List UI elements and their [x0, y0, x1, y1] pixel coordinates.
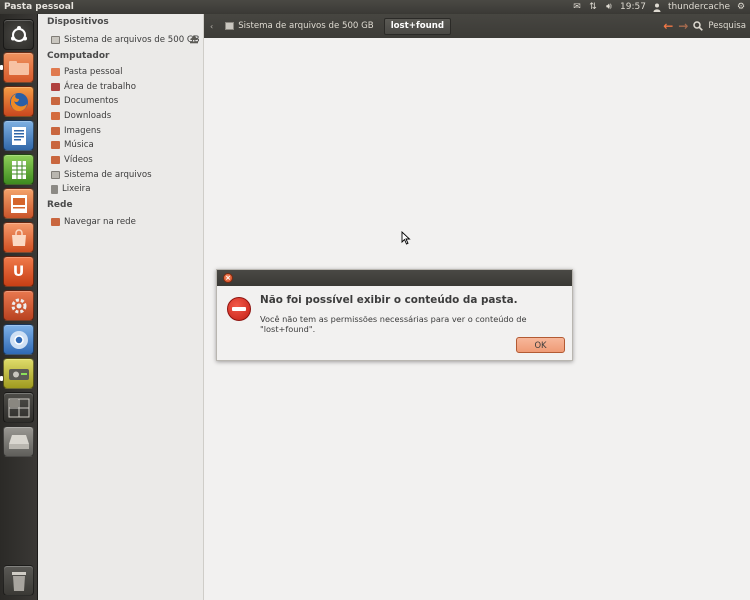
error-dialog: × Não foi possível exibir o conteúdo da … [216, 269, 573, 361]
files-launcher[interactable] [3, 52, 34, 83]
chromium-launcher[interactable] [3, 324, 34, 355]
top-panel: Pasta pessoal ✉ ⇅ 🔊︎ 19:57 thundercache … [0, 0, 750, 14]
pictures-folder-icon [51, 127, 60, 135]
sidebar-item-label: Vídeos [64, 155, 93, 165]
drive-icon [225, 22, 235, 30]
user-icon[interactable] [652, 3, 662, 12]
mouse-pointer-icon [401, 231, 411, 245]
search-label[interactable]: Pesquisa [708, 21, 746, 31]
firefox-launcher[interactable] [3, 86, 34, 117]
sidebar-item-pictures[interactable]: Imagens [51, 125, 101, 137]
system-tray: ✉ ⇅ 🔊︎ 19:57 thundercache ⚙ [572, 2, 750, 12]
sidebar-item-label: Lixeira [62, 184, 91, 194]
sidebar-item-label: Pasta pessoal [64, 67, 123, 77]
sidebar-item-label: Música [64, 140, 94, 150]
sidebar-item-label: Sistema de arquivos de 500 GB [64, 35, 200, 45]
network-folder-icon [51, 218, 60, 226]
sidebar-item-label: Documentos [64, 96, 119, 106]
breadcrumb-label: lost+found [390, 21, 444, 31]
sidebar-item-browse-network[interactable]: Navegar na rede [51, 216, 136, 228]
network-header: Rede [47, 200, 73, 210]
sidebar-item-desktop[interactable]: Área de trabalho [51, 81, 136, 93]
trash-icon [51, 184, 58, 194]
path-toolbar: ‹ Sistema de arquivos de 500 GB lost+fou… [204, 14, 750, 38]
breadcrumb-500gb-filesystem[interactable]: Sistema de arquivos de 500 GB [219, 18, 379, 35]
sidebar-item-trash[interactable]: Lixeira [51, 183, 90, 195]
forward-arrow-icon[interactable]: → [678, 19, 688, 33]
sidebar-item-downloads[interactable]: Downloads [51, 110, 111, 122]
sidebar-item-music[interactable]: Música [51, 139, 94, 151]
ubuntu-logo-icon [10, 25, 27, 42]
chromium-icon [9, 330, 28, 349]
computer-header: Computador [47, 51, 110, 61]
navigation-controls: ← → Pesquisa [663, 19, 750, 33]
back-arrow-icon[interactable]: ← [663, 19, 673, 33]
sidebar-item-filesystem[interactable]: Sistema de arquivos [51, 169, 152, 181]
error-icon [227, 297, 251, 321]
software-center-launcher[interactable] [3, 222, 34, 253]
harddisk-icon [8, 368, 29, 380]
workspace-switcher-launcher[interactable] [3, 392, 34, 423]
folder-icon [8, 60, 29, 75]
breadcrumb-label: Sistema de arquivos de 500 GB [238, 21, 374, 31]
clock[interactable]: 19:57 [620, 2, 646, 12]
breadcrumb-left-arrow-icon[interactable]: ‹ [210, 22, 213, 31]
sidebar-item-home[interactable]: Pasta pessoal [51, 66, 123, 78]
downloads-folder-icon [51, 112, 60, 120]
sidebar-item-label: Área de trabalho [64, 82, 136, 92]
sidebar-item-videos[interactable]: Vídeos [51, 154, 93, 166]
gear-icon[interactable]: ⚙ [736, 2, 746, 12]
gears-icon [11, 298, 26, 313]
impress-icon [10, 194, 27, 213]
user-name[interactable]: thundercache [668, 2, 730, 12]
calc-launcher[interactable] [3, 154, 34, 185]
launcher: U [0, 14, 38, 600]
close-icon[interactable]: × [223, 273, 233, 283]
network-icon[interactable]: ⇅ [588, 2, 598, 12]
filesystem-icon [51, 171, 60, 179]
dialog-message: Você não tem as permissões necessárias p… [260, 314, 527, 334]
sidebar-item-label: Imagens [64, 126, 101, 136]
desktop-folder-icon [51, 83, 60, 91]
places-sidebar: Dispositivos Sistema de arquivos de 500 … [38, 14, 204, 600]
dash-home-button[interactable] [3, 19, 34, 50]
home-folder-icon [51, 68, 60, 76]
dialog-titlebar: × [217, 270, 572, 286]
breadcrumb-lost-found[interactable]: lost+found [383, 17, 451, 35]
firefox-icon [9, 92, 28, 111]
trash-launcher[interactable] [3, 565, 34, 596]
ubuntu-one-icon: U [12, 263, 25, 280]
shopping-bag-icon [11, 228, 26, 246]
window-title: Pasta pessoal [4, 2, 74, 12]
writer-icon [11, 126, 26, 145]
drive-icon [8, 434, 29, 449]
mail-icon[interactable]: ✉ [572, 2, 582, 12]
videos-folder-icon [51, 156, 60, 164]
sidebar-item-label: Downloads [64, 111, 112, 121]
documents-folder-icon [51, 97, 60, 105]
sidebar-item-label: Sistema de arquivos [64, 170, 152, 180]
music-folder-icon [51, 141, 60, 149]
sidebar-item-500gb-filesystem[interactable]: Sistema de arquivos de 500 GB [51, 34, 199, 46]
sidebar-item-documents[interactable]: Documentos [51, 95, 118, 107]
drive-icon [51, 36, 60, 44]
trash-icon [11, 571, 26, 591]
eject-icon[interactable] [189, 34, 199, 44]
sidebar-item-label: Navegar na rede [64, 217, 136, 227]
ubuntu-one-launcher[interactable]: U [3, 256, 34, 287]
dialog-heading: Não foi possível exibir o conteúdo da pa… [260, 294, 518, 306]
devices-header: Dispositivos [47, 17, 109, 27]
search-icon[interactable] [693, 21, 704, 31]
ok-button[interactable]: OK [516, 337, 565, 353]
workspace-switcher-icon [8, 398, 29, 417]
drive-launcher[interactable] [3, 426, 34, 457]
system-settings-launcher[interactable] [3, 290, 34, 321]
writer-launcher[interactable] [3, 120, 34, 151]
impress-launcher[interactable] [3, 188, 34, 219]
calc-icon [11, 160, 26, 179]
disk-launcher[interactable] [3, 358, 34, 389]
volume-icon[interactable]: 🔊︎ [604, 2, 614, 12]
